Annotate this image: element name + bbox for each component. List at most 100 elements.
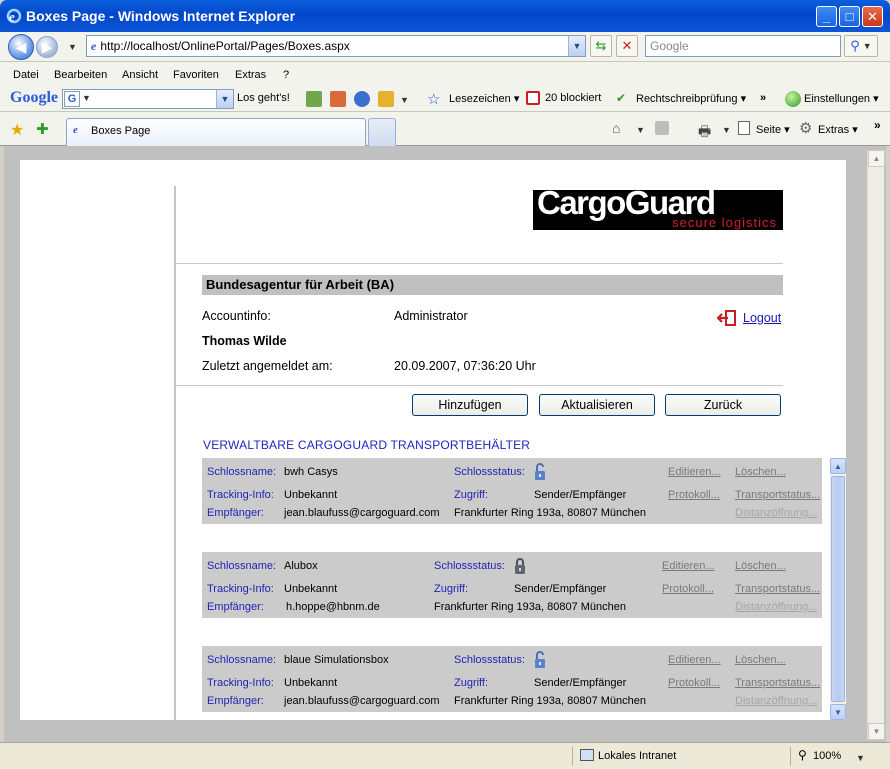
lock-status-label: Schlossstatus: — [454, 654, 525, 666]
menu-help[interactable]: ? — [283, 69, 289, 81]
box-list-scrollbar[interactable]: ▲ ▼ — [830, 458, 846, 720]
google-go-button[interactable]: Los geht's! — [237, 92, 290, 104]
lock-name-label: Schlossname: — [207, 654, 277, 666]
gmail-icon[interactable] — [330, 91, 346, 107]
google-logo: Google — [10, 89, 58, 106]
left-column-divider — [174, 186, 176, 720]
compass-icon[interactable] — [354, 91, 370, 107]
add-favorite-icon[interactable]: ✚ — [36, 120, 49, 138]
refresh-button[interactable]: ⇆ — [590, 35, 612, 57]
popup-blocked-button[interactable]: 20 blockiert — [545, 92, 601, 104]
access-value: Sender/Empfänger — [534, 489, 627, 501]
logout-link[interactable]: Logout — [743, 311, 781, 325]
lock-name-value: blaue Simulationsbox — [284, 654, 389, 666]
log-link[interactable]: Protokoll... — [662, 583, 714, 595]
page-scrollbar[interactable]: ▲ ▼ — [867, 150, 885, 740]
last-login-label: Zuletzt angemeldet am: — [202, 359, 333, 373]
chevron-down-icon[interactable]: ▼ — [400, 95, 409, 105]
tab-boxes-page[interactable]: e Boxes Page — [66, 118, 366, 146]
address-bar: ◀ ▶ ▼ e http://localhost/OnlinePortal/Pa… — [0, 32, 890, 62]
print-icon[interactable]: 🖶 — [698, 121, 711, 145]
close-button[interactable]: ✕ — [862, 6, 883, 27]
remote-open-link[interactable]: Distanzöffnung... — [735, 601, 817, 613]
address-value: Frankfurter Ring 193a, 80807 München — [454, 695, 647, 707]
google-toolbar: Google G ▼ ▼ Los geht's! ▼ ☆ Lesezeichen… — [0, 86, 890, 112]
bookmarks-button[interactable]: Lesezeichen ▾ — [449, 92, 519, 105]
log-link[interactable]: Protokoll... — [668, 489, 720, 501]
tracking-label: Tracking-Info: — [207, 677, 274, 689]
history-dropdown-icon[interactable]: ▼ — [68, 42, 77, 52]
status-divider — [790, 747, 791, 766]
scroll-up-icon[interactable]: ▲ — [830, 458, 846, 474]
stop-button[interactable]: ✕ — [616, 35, 638, 57]
add-button[interactable]: Hinzufügen — [412, 394, 528, 416]
log-link[interactable]: Protokoll... — [668, 677, 720, 689]
tools-menu-button[interactable]: Extras ▾ — [818, 123, 858, 136]
spellcheck-button[interactable]: Rechtschreibprüfung ▾ — [636, 92, 746, 105]
remote-open-link[interactable]: Distanzöffnung... — [735, 695, 817, 707]
chevron-down-icon[interactable]: ▼ — [722, 125, 731, 135]
scroll-down-icon[interactable]: ▼ — [830, 704, 846, 720]
edit-link[interactable]: Editieren... — [668, 466, 721, 478]
back-page-button[interactable]: Zurück — [665, 394, 781, 416]
rss-feed-icon[interactable] — [655, 121, 669, 135]
more-icon[interactable]: » — [874, 118, 881, 132]
delete-link[interactable]: Löschen... — [735, 560, 786, 572]
page-menu-button[interactable]: Seite ▾ — [756, 123, 790, 136]
delete-link[interactable]: Löschen... — [735, 654, 786, 666]
tracking-value: Unbekannt — [284, 489, 338, 501]
refresh-page-button[interactable]: Aktualisieren — [539, 394, 655, 416]
transport-status-link[interactable]: Transportstatus... — [735, 677, 820, 689]
favorites-star-icon[interactable]: ★ — [10, 120, 24, 140]
menu-bearbeiten[interactable]: Bearbeiten — [54, 69, 107, 81]
menu-datei[interactable]: Datei — [13, 69, 39, 81]
transport-status-link[interactable]: Transportstatus... — [735, 489, 820, 501]
delete-link[interactable]: Löschen... — [735, 466, 786, 478]
google-g-icon[interactable]: G — [64, 91, 80, 107]
lock-name-value: Alubox — [284, 560, 318, 572]
lock-open-icon[interactable] — [534, 651, 546, 669]
more-tools-button[interactable]: » — [760, 92, 766, 104]
spellcheck-icon: ✔ — [616, 91, 627, 105]
search-input[interactable]: Google — [645, 35, 841, 57]
info-divider — [176, 385, 783, 386]
zoom-level[interactable]: 100% — [813, 750, 841, 762]
minimize-button[interactable]: _ — [816, 6, 837, 27]
edit-link[interactable]: Editieren... — [662, 560, 715, 572]
receiver-label: Empfänger: — [207, 601, 264, 613]
scroll-up-icon[interactable]: ▲ — [868, 150, 885, 167]
maximize-button[interactable]: □ — [839, 6, 860, 27]
logout-icon[interactable] — [716, 310, 737, 326]
security-zone: Lokales Intranet — [598, 750, 677, 762]
lock-closed-icon[interactable] — [514, 557, 526, 575]
section-title: VERWALTBARE CARGOGUARD TRANSPORTBEHÄLTER — [203, 438, 531, 452]
back-button[interactable]: ◀ — [8, 34, 34, 60]
url-dropdown-icon[interactable]: ▼ — [568, 36, 585, 56]
news-icon[interactable] — [306, 91, 322, 107]
box-item: Schlossname: bwh Casys Schlossstatus: Ed… — [202, 458, 822, 524]
menu-ansicht[interactable]: Ansicht — [122, 69, 158, 81]
forward-button[interactable]: ▶ — [36, 36, 58, 58]
search-button[interactable]: ⚲ ▼ — [844, 35, 878, 57]
home-icon[interactable]: ⌂ — [612, 120, 620, 136]
search-icon: ⚲ — [850, 38, 860, 53]
account-value: Administrator — [394, 309, 468, 323]
shapes-icon[interactable] — [378, 91, 394, 107]
chevron-down-icon[interactable]: ▼ — [856, 753, 865, 763]
menu-extras[interactable]: Extras — [235, 69, 266, 81]
lock-open-icon[interactable] — [534, 463, 546, 481]
box-item: Schlossname: Alubox Schlossstatus: Editi… — [202, 552, 822, 618]
new-tab-button[interactable] — [368, 118, 396, 146]
transport-status-link[interactable]: Transportstatus... — [735, 583, 820, 595]
google-search-input[interactable]: G ▼ ▼ — [62, 89, 234, 109]
scroll-thumb[interactable] — [831, 476, 845, 702]
url-input[interactable]: e http://localhost/OnlinePortal/Pages/Bo… — [86, 35, 586, 57]
edit-link[interactable]: Editieren... — [668, 654, 721, 666]
settings-button[interactable]: Einstellungen ▾ — [804, 92, 879, 105]
chevron-down-icon[interactable]: ▼ — [636, 125, 645, 135]
google-dropdown-icon[interactable]: ▼ — [216, 90, 233, 108]
remote-open-link[interactable]: Distanzöffnung... — [735, 507, 817, 519]
menu-favoriten[interactable]: Favoriten — [173, 69, 219, 81]
zoom-icon: ⚲ — [798, 748, 807, 762]
scroll-down-icon[interactable]: ▼ — [868, 723, 885, 740]
